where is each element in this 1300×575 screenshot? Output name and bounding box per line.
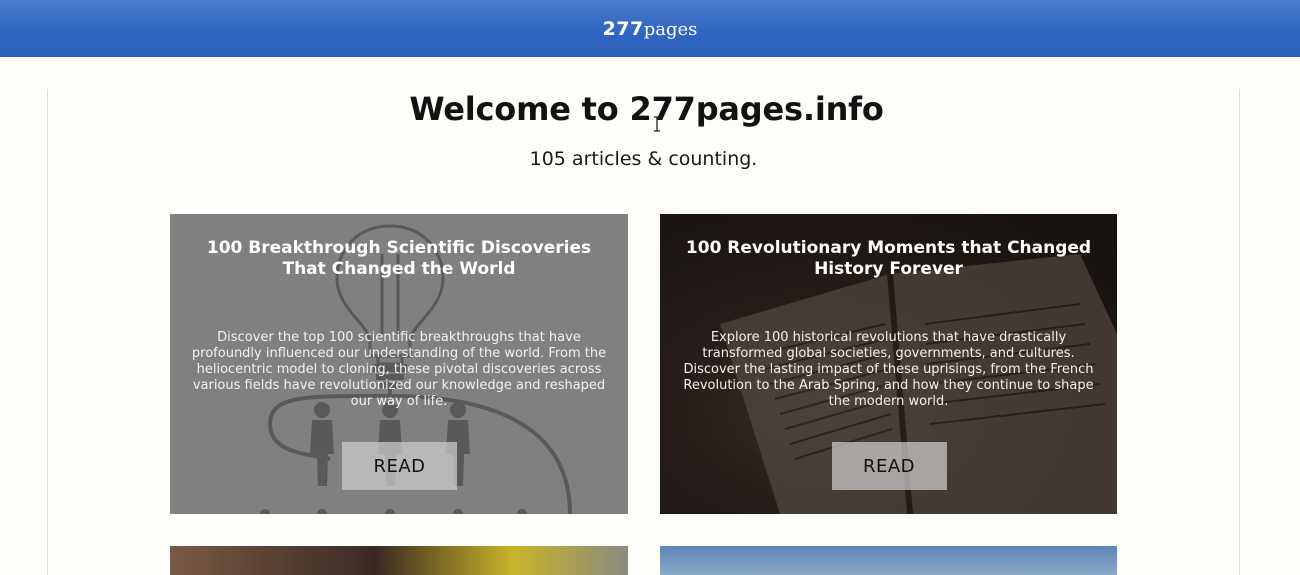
card-description: Explore 100 historical revolutions that …	[683, 330, 1094, 409]
card-description: Discover the top 100 scientific breakthr…	[191, 330, 607, 409]
brand-number: 277	[602, 17, 644, 40]
article-card-4[interactable]	[660, 546, 1117, 575]
article-card-1[interactable]: 100 Breakthrough Scientific Discoveries …	[170, 214, 628, 514]
card-title[interactable]: 100 Revolutionary Moments that Changed H…	[680, 238, 1097, 280]
text-cursor-icon	[654, 116, 660, 132]
top-bar: 277 pages	[0, 0, 1300, 57]
read-button[interactable]: READ	[831, 442, 947, 490]
card-title[interactable]: 100 Breakthrough Scientific Discoveries …	[190, 238, 608, 280]
page-title: Welcome to 277pages.info	[409, 90, 884, 128]
article-card-2[interactable]: 100 Revolutionary Moments that Changed H…	[660, 214, 1117, 514]
article-card-3[interactable]	[170, 546, 628, 575]
brand-word: pages	[643, 18, 698, 40]
article-count: 105 articles & counting.	[529, 148, 758, 170]
site-logo-link[interactable]: 277 pages	[603, 18, 698, 40]
read-button[interactable]: READ	[342, 442, 457, 490]
